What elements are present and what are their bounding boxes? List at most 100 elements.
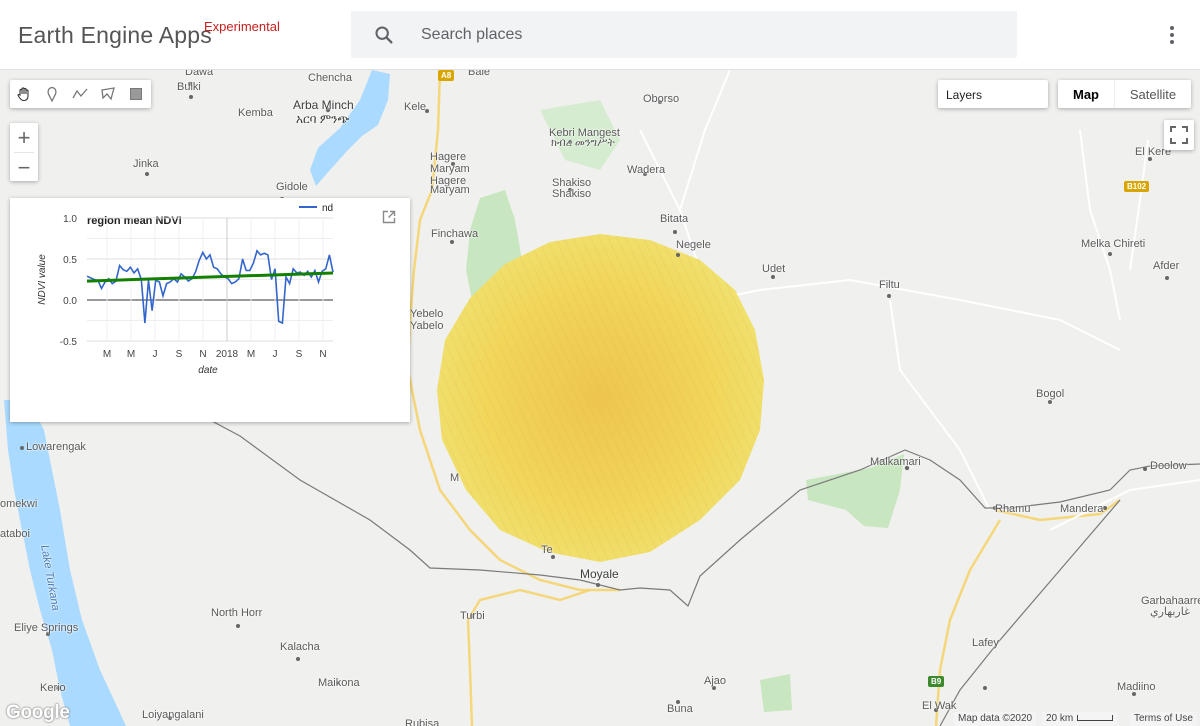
- y-tick-label: -0.5: [60, 337, 78, 348]
- road-shield: B102: [1124, 181, 1150, 192]
- place-label: Dawa: [185, 70, 214, 78]
- place-label: Te: [541, 544, 553, 556]
- place-label: Maryam: [430, 163, 470, 175]
- place-label: M: [450, 472, 460, 484]
- minor-road: [889, 299, 991, 511]
- search-box[interactable]: [351, 11, 1017, 58]
- x-axis-label: date: [198, 365, 218, 376]
- more-vert-icon[interactable]: [1160, 22, 1184, 48]
- place-label: غاربهاري: [1150, 606, 1190, 618]
- x-tick-label: J: [273, 349, 278, 360]
- place-label: Lowarengak: [26, 441, 86, 453]
- place-label: Hagere: [430, 151, 467, 163]
- place-label: Kerio: [40, 682, 66, 694]
- app-title: Earth Engine Apps: [18, 22, 212, 48]
- experimental-badge: Experimental: [204, 19, 280, 34]
- place-label: Shakiso: [552, 188, 592, 200]
- layers-dropdown[interactable]: Layers: [938, 80, 1048, 108]
- road-shield: B9: [928, 676, 945, 687]
- place-label: Filtu: [879, 279, 900, 291]
- lake-abaya: [310, 70, 390, 186]
- ndvi-chart-panel: region mean NDVI 1.0 0.5 0.0 -0.5 M M J S N 2018 M…: [10, 198, 410, 422]
- x-tick-label: M: [127, 349, 135, 360]
- place-label: Bitata: [660, 213, 689, 225]
- place-label: Kemba: [238, 107, 273, 119]
- zoom-control: + −: [10, 123, 38, 181]
- place-label: Yebelo: [410, 308, 444, 320]
- minor-road: [679, 70, 731, 211]
- place-label: Madiino: [1117, 681, 1156, 693]
- place-label: ataboi: [0, 528, 30, 540]
- place-label: Eliye Springs: [14, 622, 79, 634]
- x-tick-label: J: [153, 349, 158, 360]
- map-type-control: Map Satellite: [1058, 80, 1191, 108]
- marker-tool-button[interactable]: [38, 80, 66, 108]
- place-label: Bogol: [1036, 388, 1065, 400]
- place-label: Yabelo: [410, 320, 444, 332]
- search-input[interactable]: [421, 21, 991, 49]
- place-label: Oborso: [643, 93, 680, 105]
- x-tick-label: M: [103, 349, 111, 360]
- place-label: Finchawa: [431, 228, 479, 240]
- country-border: [939, 499, 1121, 726]
- app-header: Earth Engine Apps Experimental: [0, 0, 1200, 70]
- rectangle-icon: [130, 88, 142, 100]
- hand-tool-button[interactable]: [10, 80, 38, 108]
- road: [934, 519, 1002, 726]
- place-label: Doolow: [1150, 460, 1187, 472]
- place-label: Bulki: [177, 81, 201, 93]
- place-label: Ajao: [704, 675, 727, 687]
- place-label: Maryam: [430, 184, 470, 196]
- fullscreen-button[interactable]: [1164, 120, 1194, 150]
- rectangle-tool-button[interactable]: [122, 80, 150, 108]
- minor-road: [1079, 129, 1121, 321]
- ndvi-chart: 1.0 0.5 0.0 -0.5 M M J S N 2018 M J S Ndate NDVI value…: [37, 203, 334, 376]
- park-area: [760, 674, 792, 712]
- polygon-tool-button[interactable]: [94, 80, 122, 108]
- place-label: Gidole: [276, 181, 308, 193]
- scale-bar: [1077, 715, 1114, 722]
- marker-icon: [47, 86, 57, 102]
- google-logo: Google: [6, 702, 70, 723]
- map-data-text: Map data ©2020: [958, 713, 1033, 724]
- place-label: ክብረ መንግሥት: [551, 137, 615, 149]
- fullscreen-icon: [1170, 126, 1188, 144]
- series-line-nd: [86, 249, 334, 325]
- place-label: Udet: [762, 263, 786, 275]
- place-label: North Horr: [211, 607, 263, 619]
- x-tick-label: M: [247, 349, 255, 360]
- place-label: Malkamari: [870, 456, 921, 468]
- road-shield: A8: [438, 70, 455, 81]
- place-label: Negele: [676, 239, 711, 251]
- zoom-out-button[interactable]: −: [10, 153, 38, 182]
- minor-road: [1129, 139, 1149, 271]
- polygon-icon: [101, 87, 115, 101]
- map-canvas[interactable]: Arba Minch አርባ ምንጭ Chencha Bulki Kele Ke…: [0, 70, 1200, 726]
- zoom-in-button[interactable]: +: [10, 123, 38, 152]
- place-label: Afder: [1153, 260, 1180, 272]
- line-tool-button[interactable]: [66, 80, 94, 108]
- y-tick-label: 0.5: [63, 255, 77, 266]
- search-icon[interactable]: [373, 24, 395, 46]
- terms-link[interactable]: Terms of Use: [1130, 712, 1197, 726]
- drawing-toolbar: [10, 80, 151, 108]
- map-type-map-button[interactable]: Map: [1058, 80, 1115, 108]
- place-label: Arba Minch: [293, 98, 354, 112]
- place-label: Kalacha: [280, 641, 320, 653]
- scale-control[interactable]: 20 km: [1042, 712, 1118, 726]
- x-tick-label: 2018: [216, 349, 239, 360]
- polyline-icon: [72, 88, 88, 99]
- map-type-satellite-button[interactable]: Satellite: [1115, 80, 1191, 108]
- road: [466, 588, 591, 726]
- place-label: Rubisa: [405, 718, 440, 726]
- scale-text: 20 km: [1046, 713, 1074, 724]
- place-label: Rhamu: [995, 503, 1031, 515]
- ndvi-texture: [437, 234, 764, 562]
- x-tick-label: S: [176, 349, 183, 360]
- place-label: Chencha: [308, 72, 353, 84]
- place-label: አርባ ምንጭ: [296, 112, 350, 126]
- x-tick-label: S: [296, 349, 303, 360]
- y-tick-label: 1.0: [63, 214, 77, 225]
- place-label: El Wak: [922, 700, 957, 712]
- place-label: Kele: [404, 101, 427, 113]
